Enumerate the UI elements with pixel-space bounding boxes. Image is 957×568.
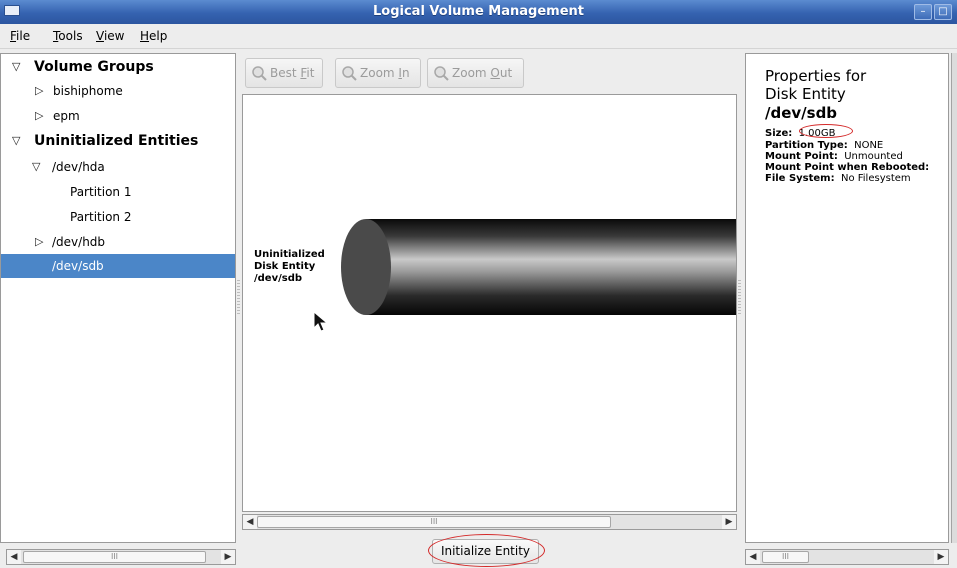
disk-cylinder[interactable] <box>338 218 737 318</box>
property-file-system: File System: No Filesystem <box>765 173 911 184</box>
collapsed-arrow-icon[interactable]: ▷ <box>35 104 43 128</box>
minimize-button[interactable]: – <box>914 4 932 20</box>
maximize-button[interactable]: □ <box>934 4 952 20</box>
expanded-arrow-icon[interactable]: ▽ <box>32 155 40 179</box>
tree-item-dev-hda[interactable]: ▽ /dev/hda <box>1 155 235 179</box>
tree-item-dev-hdb[interactable]: ▷ /dev/hdb <box>1 230 235 254</box>
menu-view[interactable]: View <box>96 29 124 43</box>
menu-file[interactable]: File <box>10 29 30 43</box>
scroll-left-icon[interactable]: ◀ <box>746 550 760 564</box>
scrollbar-thumb[interactable]: III <box>762 551 809 563</box>
zoom-in-button[interactable]: Zoom In <box>335 58 421 88</box>
tree-item-partition-2[interactable]: Partition 2 <box>1 205 235 229</box>
property-mount-point: Mount Point: Unmounted <box>765 151 903 162</box>
scrollbar-thumb[interactable]: III <box>23 551 206 563</box>
best-fit-button[interactable]: Best Fit <box>245 58 323 88</box>
properties-device: /dev/sdb <box>765 104 838 122</box>
zoom-out-button[interactable]: Zoom Out <box>427 58 524 88</box>
title-bar: Logical Volume Management – □ <box>0 0 957 24</box>
expanded-arrow-icon[interactable]: ▽ <box>12 55 20 79</box>
properties-entity-type: Disk Entity <box>765 85 846 103</box>
scroll-right-icon[interactable]: ▶ <box>934 550 948 564</box>
collapsed-arrow-icon[interactable]: ▷ <box>35 79 43 103</box>
magnifier-icon <box>252 66 267 81</box>
annotation-circle <box>428 534 545 567</box>
cylinder-body <box>366 219 736 315</box>
window-title: Logical Volume Management <box>372 4 584 19</box>
menu-bar: File Tools View Help <box>0 24 957 49</box>
scroll-left-icon[interactable]: ◀ <box>243 515 257 529</box>
tree-item-bishiphome[interactable]: ▷ bishiphome <box>1 79 235 103</box>
disk-canvas[interactable]: Uninitialized Disk Entity /dev/sdb <box>242 94 737 512</box>
tree-item-volume-groups[interactable]: ▽ Volume Groups <box>1 55 235 79</box>
menu-help[interactable]: Help <box>140 29 167 43</box>
tree-item-epm[interactable]: ▷ epm <box>1 104 235 128</box>
canvas-horizontal-scrollbar[interactable]: ◀ III ▶ <box>242 514 737 530</box>
volume-tree[interactable]: ▽ Volume Groups ▷ bishiphome ▷ epm ▽ Uni… <box>0 53 236 543</box>
scroll-right-icon[interactable]: ▶ <box>722 515 736 529</box>
scrollbar-thumb[interactable]: III <box>257 516 611 528</box>
scroll-right-icon[interactable]: ▶ <box>221 550 235 564</box>
annotation-circle <box>799 124 853 138</box>
property-mount-point-reboot: Mount Point when Rebooted: <box>765 162 930 173</box>
properties-panel: Properties for Disk Entity /dev/sdb Size… <box>745 53 949 543</box>
vertical-scrollbar[interactable] <box>951 53 957 543</box>
scroll-left-icon[interactable]: ◀ <box>7 550 21 564</box>
zoom-in-icon <box>342 66 357 81</box>
property-partition-type: Partition Type: NONE <box>765 140 884 151</box>
properties-horizontal-scrollbar[interactable]: ◀ III ▶ <box>745 549 949 565</box>
properties-heading: Properties for <box>765 67 867 85</box>
pane-resize-handle[interactable] <box>738 280 741 316</box>
menu-tools[interactable]: Tools <box>53 29 83 43</box>
tree-item-partition-1[interactable]: Partition 1 <box>1 180 235 204</box>
tree-item-dev-sdb[interactable]: /dev/sdb <box>1 254 235 278</box>
pane-resize-handle[interactable] <box>237 280 240 316</box>
cylinder-end <box>341 219 391 315</box>
disk-entity-label: Uninitialized Disk Entity /dev/sdb <box>254 249 325 284</box>
mouse-pointer-icon <box>313 311 329 332</box>
collapsed-arrow-icon[interactable]: ▷ <box>35 230 43 254</box>
zoom-out-icon <box>434 66 449 81</box>
tree-item-uninitialized-entities[interactable]: ▽ Uninitialized Entities <box>1 129 235 153</box>
expanded-arrow-icon[interactable]: ▽ <box>12 129 20 153</box>
tree-horizontal-scrollbar[interactable]: ◀ III ▶ <box>6 549 236 565</box>
